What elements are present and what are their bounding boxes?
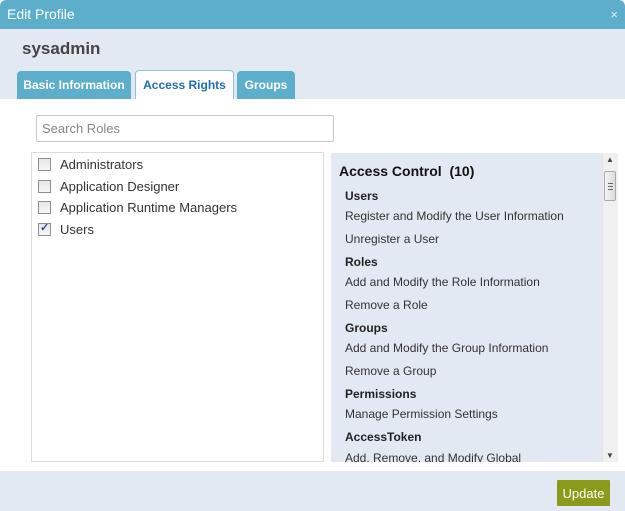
role-checkbox-checked[interactable] (38, 221, 51, 236)
permission-item: Add, Remove, and Modify Global (345, 451, 522, 462)
tab-access-rights[interactable]: Access Rights (135, 70, 234, 99)
permission-item: Remove a Group (345, 364, 437, 378)
access-rights-panel: Administrators Application Designer Appl… (0, 99, 625, 471)
role-label: Application Runtime Managers (60, 199, 238, 215)
grip-line (608, 189, 613, 190)
tab-basic-information[interactable]: Basic Information (17, 71, 131, 99)
permission-item: Add and Modify the Group Information (345, 341, 549, 355)
role-checkbox[interactable] (38, 179, 51, 193)
scrollbar-thumb[interactable] (604, 171, 616, 201)
permission-group-header: Groups (345, 321, 388, 335)
role-item-application-runtime-managers[interactable]: Application Runtime Managers (38, 197, 237, 217)
permission-group-header: Roles (345, 255, 378, 269)
dialog-titlebar[interactable]: Edit Profile × (0, 0, 625, 29)
permission-item: Manage Permission Settings (345, 407, 498, 421)
dialog-footer: Update (0, 471, 625, 511)
permission-group-header: Users (345, 189, 379, 203)
edit-profile-dialog: Edit Profile × sysadmin Basic Informatio… (0, 0, 625, 511)
role-label: Application Designer (60, 178, 180, 194)
scroll-down-arrow-icon[interactable]: ▼ (606, 451, 614, 460)
grip-line (608, 183, 613, 184)
roles-list: Administrators Application Designer Appl… (31, 152, 324, 462)
scroll-up-arrow-icon[interactable]: ▲ (606, 155, 614, 164)
role-item-users[interactable]: Users (38, 219, 94, 239)
role-checkbox[interactable] (38, 157, 51, 171)
permissions-scrollbar[interactable]: ▲ ▼ (602, 153, 618, 462)
role-checkbox[interactable] (38, 200, 51, 214)
role-item-administrators[interactable]: Administrators (38, 154, 143, 174)
update-button[interactable]: Update (557, 480, 610, 506)
close-icon[interactable]: × (610, 7, 618, 22)
username-heading: sysadmin (22, 39, 101, 58)
permission-group-header: Permissions (345, 387, 417, 401)
permission-group-header: AccessToken (345, 430, 422, 444)
dialog-title: Edit Profile (7, 6, 75, 22)
role-label: Users (60, 221, 94, 237)
permission-item: Unregister a User (345, 232, 440, 246)
permission-item: Add and Modify the Role Information (345, 275, 540, 289)
permissions-panel: Access Control (10) Users Register and M… (331, 153, 602, 462)
permission-item: Remove a Role (345, 298, 428, 312)
role-item-application-designer[interactable]: Application Designer (38, 176, 179, 196)
grip-line (608, 186, 613, 187)
search-roles-input[interactable] (36, 115, 334, 142)
role-label: Administrators (60, 156, 144, 172)
tab-groups[interactable]: Groups (237, 71, 295, 99)
permissions-title: Access Control (10) (339, 163, 475, 179)
permission-item: Register and Modify the User Information (345, 209, 564, 223)
